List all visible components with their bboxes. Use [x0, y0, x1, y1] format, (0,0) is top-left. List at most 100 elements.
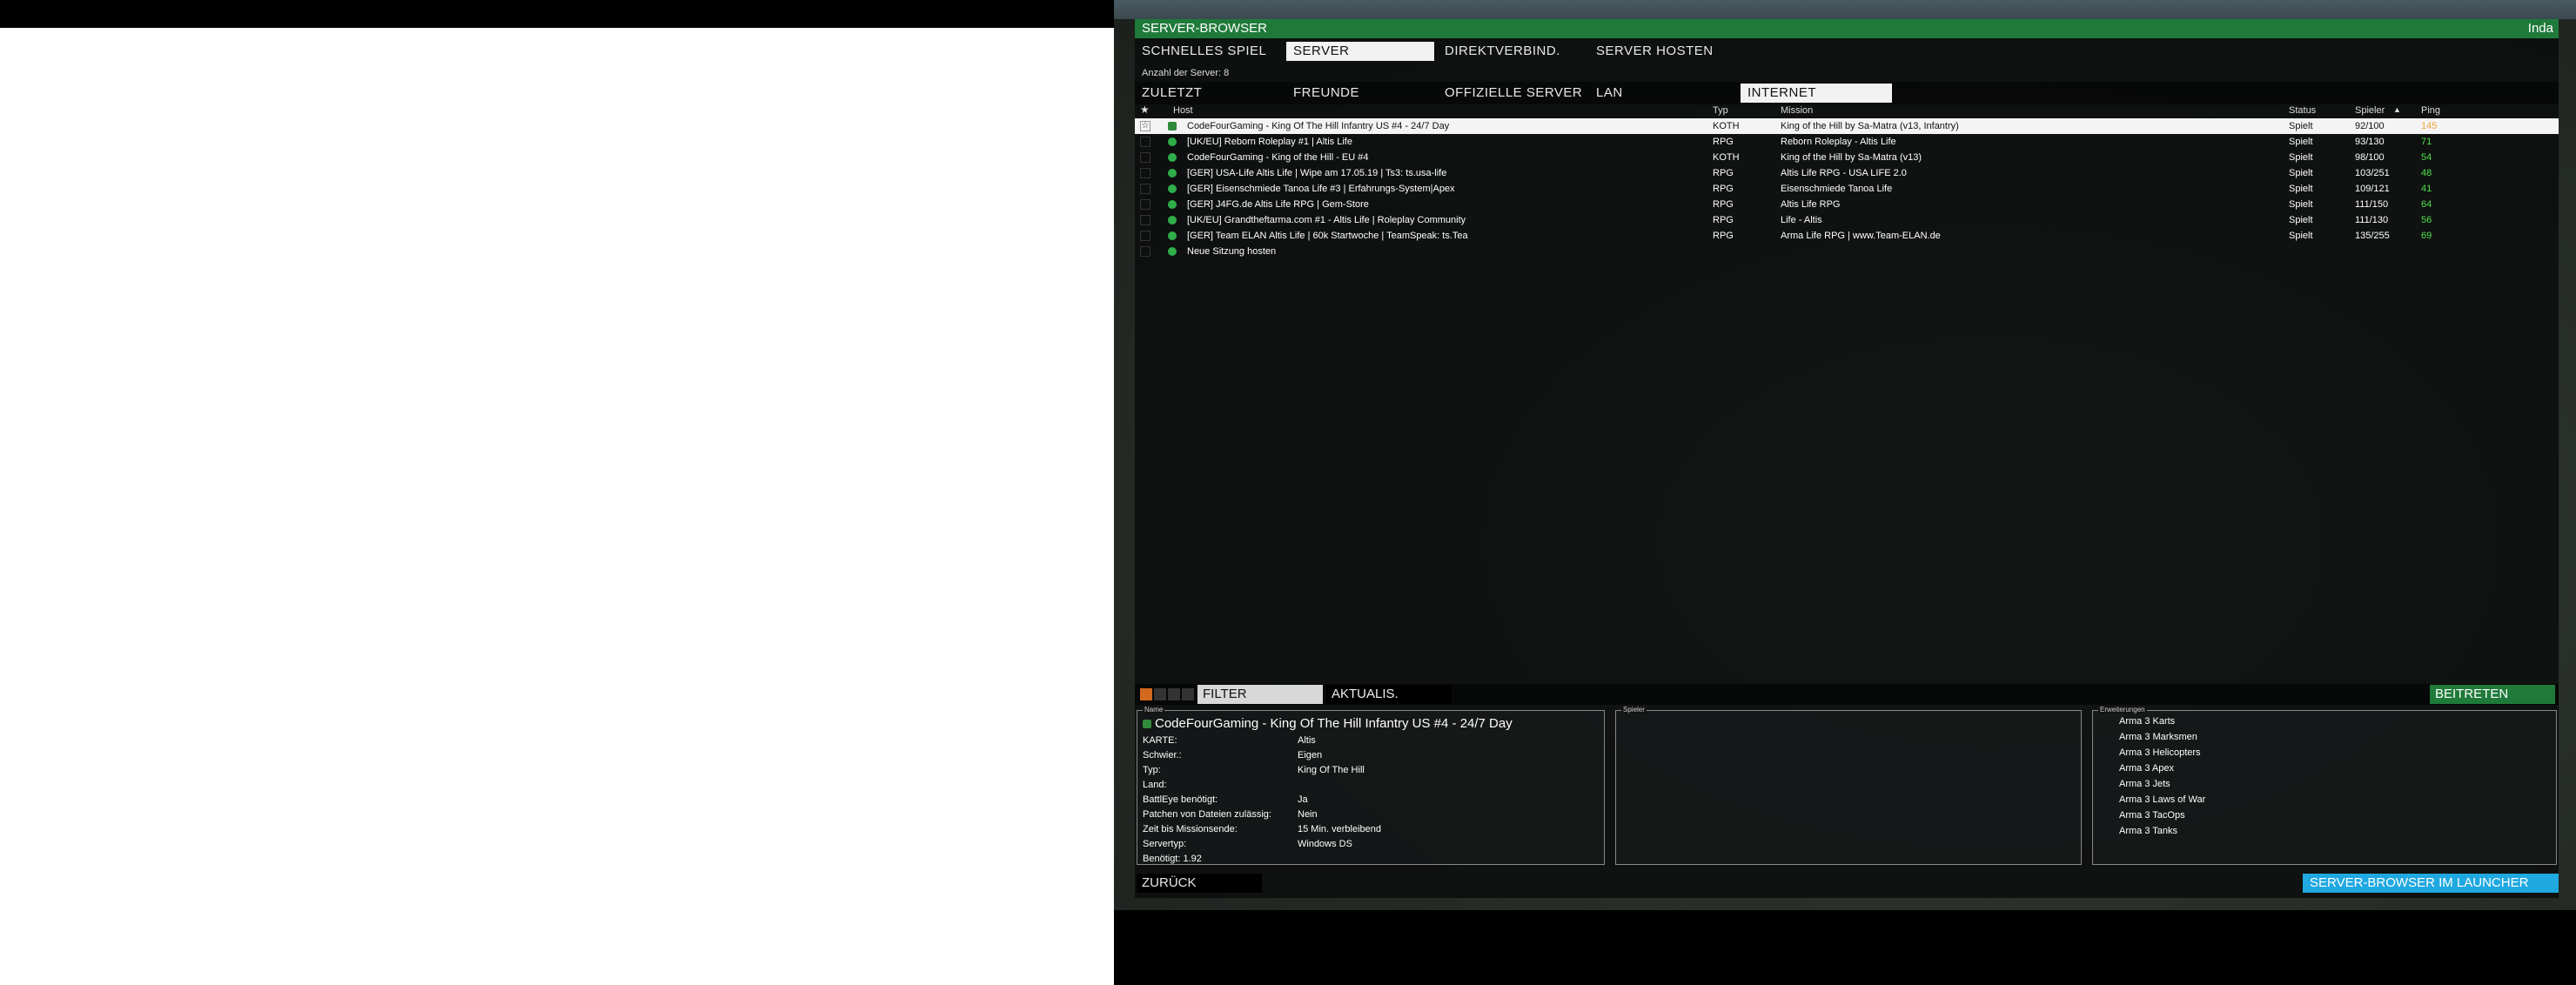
row-type: RPG — [1713, 168, 1734, 178]
detail-value: 15 Min. verbleibend — [1298, 824, 1382, 834]
tab-quick-play[interactable]: SCHNELLES SPIEL — [1135, 42, 1283, 61]
tab-direct-connect[interactable]: DIREKTVERBIND. — [1438, 42, 1586, 61]
refresh-button[interactable]: AKTUALIS. — [1326, 685, 1452, 704]
row-host: [GER] J4FG.de Altis Life RPG | Gem-Store — [1187, 199, 1369, 210]
detail-value: Altis — [1298, 735, 1316, 746]
row-ping: 145 — [2421, 121, 2438, 131]
table-row[interactable]: ☆ CodeFourGaming - King Of The Hill Infa… — [1135, 118, 2559, 134]
star-icon[interactable]: ★ — [1140, 104, 1150, 116]
detail-value: King Of The Hill — [1298, 765, 1365, 775]
details-hostname: CodeFourGaming - King Of The Hill Infant… — [1155, 716, 1513, 731]
detail-value: Windows DS — [1298, 839, 1352, 849]
top-black-bar — [0, 0, 1114, 28]
row-type: RPG — [1713, 137, 1734, 147]
row-status: Spielt — [2289, 137, 2313, 147]
tab-internet[interactable]: INTERNET — [1741, 84, 1892, 103]
detail-key: Schwier.: — [1143, 750, 1182, 761]
table-row-host-session[interactable]: Neue Sitzung hosten — [1135, 244, 2559, 259]
dlc-item: Arma 3 Tanks — [2119, 826, 2178, 836]
star-outline-icon[interactable] — [1140, 246, 1150, 257]
row-status: Spielt — [2289, 215, 2313, 225]
star-outline-icon[interactable] — [1140, 215, 1150, 225]
filter-icon-4[interactable] — [1182, 688, 1194, 700]
filter-icon-2[interactable] — [1154, 688, 1166, 700]
row-type: KOTH — [1713, 121, 1740, 131]
row-host: [GER] USA-Life Altis Life | Wipe am 17.0… — [1187, 168, 1447, 178]
server-status-icon — [1168, 184, 1177, 193]
dlc-item: Arma 3 Jets — [2119, 779, 2170, 789]
star-outline-icon[interactable] — [1140, 231, 1150, 241]
star-outline-icon[interactable]: ☆ — [1140, 121, 1150, 131]
row-mission: Life - Altis — [1781, 215, 1822, 225]
dlc-panel-label: Erweiterungen — [2098, 706, 2147, 714]
detail-key: Land: — [1143, 780, 1167, 790]
row-host: [GER] Eisenschmiede Tanoa Life #3 | Erfa… — [1187, 184, 1455, 194]
window-title: SERVER-BROWSER — [1142, 21, 1267, 36]
row-ping: 71 — [2421, 137, 2432, 147]
star-outline-icon[interactable] — [1140, 199, 1150, 210]
detail-value: Nein — [1298, 809, 1318, 820]
star-outline-icon[interactable] — [1140, 168, 1150, 178]
col-status[interactable]: Status — [2289, 105, 2316, 116]
row-players: 111/130 — [2355, 215, 2389, 225]
tab-friends[interactable]: FREUNDE — [1286, 84, 1434, 103]
table-row[interactable]: CodeFourGaming - King of the Hill - EU #… — [1135, 150, 2559, 165]
map-backdrop-top — [1114, 0, 2576, 19]
filter-active-icon[interactable] — [1140, 688, 1152, 700]
table-row[interactable]: [UK/EU] Grandtheftarma.com #1 - Altis Li… — [1135, 212, 2559, 228]
dlc-item: Arma 3 Marksmen — [2119, 732, 2197, 742]
filter-button[interactable]: FILTER — [1197, 685, 1323, 704]
tab-lan[interactable]: LAN — [1589, 84, 1737, 103]
row-host: Neue Sitzung hosten — [1187, 246, 1277, 257]
players-panel: Spieler — [1615, 706, 2082, 865]
join-button[interactable]: BEITRETEN — [2430, 685, 2555, 704]
row-status: Spielt — [2289, 231, 2313, 241]
tab-official[interactable]: OFFIZIELLE SERVER — [1438, 84, 1586, 103]
table-row[interactable]: [GER] Eisenschmiede Tanoa Life #3 | Erfa… — [1135, 181, 2559, 197]
table-row[interactable]: [GER] Team ELAN Altis Life | 60k Startwo… — [1135, 228, 2559, 244]
filter-tabs: ZULETZT FREUNDE OFFIZIELLE SERVER LAN IN… — [1135, 82, 2559, 104]
table-row[interactable]: [GER] J4FG.de Altis Life RPG | Gem-Store… — [1135, 197, 2559, 212]
row-host: [UK/EU] Grandtheftarma.com #1 - Altis Li… — [1187, 215, 1466, 225]
col-type[interactable]: Typ — [1713, 105, 1728, 116]
filter-icon-3[interactable] — [1168, 688, 1180, 700]
table-row[interactable]: [UK/EU] Reborn Roleplay #1 | Altis Life … — [1135, 134, 2559, 150]
server-status-icon — [1143, 720, 1151, 728]
row-type: RPG — [1713, 184, 1734, 194]
row-status: Spielt — [2289, 168, 2313, 178]
user-name: Inda — [2527, 21, 2553, 36]
tab-recent[interactable]: ZULETZT — [1135, 84, 1283, 103]
star-outline-icon[interactable] — [1140, 184, 1150, 194]
col-host[interactable]: Host — [1173, 105, 1193, 116]
server-status-icon — [1168, 216, 1177, 224]
row-ping: 54 — [2421, 152, 2432, 163]
tab-host-server[interactable]: SERVER HOSTEN — [1589, 42, 1746, 61]
row-host: [GER] Team ELAN Altis Life | 60k Startwo… — [1187, 231, 1468, 241]
col-players[interactable]: Spieler — [2355, 105, 2385, 116]
table-row[interactable]: [GER] USA-Life Altis Life | Wipe am 17.0… — [1135, 165, 2559, 181]
detail-key: Servertyp: — [1143, 839, 1187, 849]
row-status: Spielt — [2289, 184, 2313, 194]
detail-value: Eigen — [1298, 750, 1323, 761]
row-players: 111/150 — [2355, 199, 2389, 210]
col-mission[interactable]: Mission — [1781, 105, 1813, 116]
tab-server[interactable]: SERVER — [1286, 42, 1434, 61]
row-type: RPG — [1713, 199, 1734, 210]
row-mission: King of the Hill by Sa-Matra (v13, Infan… — [1781, 121, 1959, 131]
bottom-black-bar — [1114, 910, 2576, 985]
row-host: [UK/EU] Reborn Roleplay #1 | Altis Life — [1187, 137, 1352, 147]
server-status-icon — [1168, 122, 1177, 131]
star-outline-icon[interactable] — [1140, 152, 1150, 163]
row-players: 98/100 — [2355, 152, 2385, 163]
dlc-item: Arma 3 Apex — [2119, 763, 2174, 774]
open-in-launcher-button[interactable]: SERVER-BROWSER IM LAUNCHER — [2303, 874, 2559, 893]
star-outline-icon[interactable] — [1140, 137, 1150, 147]
window-titlebar: SERVER-BROWSER Inda — [1135, 19, 2559, 38]
row-status: Spielt — [2289, 152, 2313, 163]
server-status-icon — [1168, 169, 1177, 178]
row-players: 103/251 — [2355, 168, 2390, 178]
back-button[interactable]: ZURÜCK — [1137, 874, 1262, 893]
row-status: Spielt — [2289, 121, 2313, 131]
server-list: ☆ CodeFourGaming - King Of The Hill Infa… — [1135, 118, 2559, 259]
col-ping[interactable]: Ping — [2421, 105, 2440, 116]
